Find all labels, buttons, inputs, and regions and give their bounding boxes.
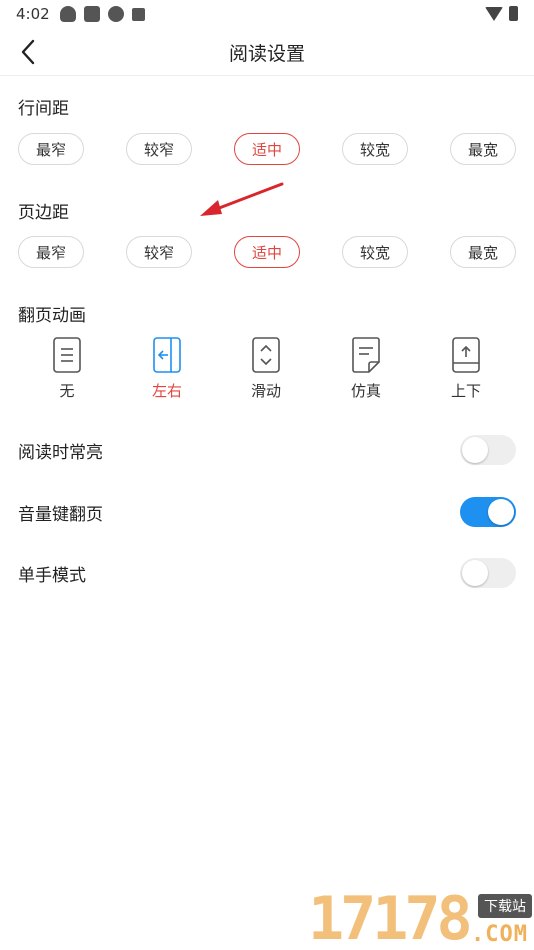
page-curl-icon [352,337,380,373]
line-spacing-title: 行间距 [18,99,69,119]
page-margin-option[interactable]: 较宽 [342,236,408,268]
square-icon [84,6,100,22]
anim-option-left-right[interactable]: 左右 [137,336,197,406]
page-left-right-icon [153,337,181,373]
one-hand-mode-toggle[interactable] [460,558,516,588]
toggle-knob [462,437,488,463]
page-margin-option[interactable]: 最宽 [450,236,516,268]
anim-label: 无 [59,382,75,400]
toggle-knob [462,560,488,586]
anim-option-none[interactable]: 无 [37,336,97,406]
page-margin-option[interactable]: 最窄 [18,236,84,268]
battery-icon [509,6,518,21]
anim-label: 上下 [450,382,481,400]
page-slide-icon [252,337,280,373]
header: 阅读设置 [0,30,534,76]
page-margin-option-selected[interactable]: 适中 [234,236,300,268]
line-spacing-option[interactable]: 最宽 [450,133,516,165]
page-up-down-icon [452,337,480,373]
anim-option-simulate[interactable]: 仿真 [336,336,396,406]
page-margin-title: 页边距 [18,203,69,223]
volume-key-page-label: 音量键翻页 [18,504,103,525]
keep-screen-on-label: 阅读时常亮 [18,442,103,463]
line-spacing-option[interactable]: 较宽 [342,133,408,165]
one-hand-mode-row: 单手模式 [18,557,516,589]
sync-icon [108,6,124,22]
page-animation-options: 无 左右 滑动 仿真 上下 [18,336,516,406]
toggle-knob [488,499,514,525]
anim-label: 左右 [151,382,182,400]
status-icons-right [485,6,518,21]
status-time: 4:02 [16,5,50,23]
keep-screen-on-toggle[interactable] [460,435,516,465]
page-margin-option[interactable]: 较窄 [126,236,192,268]
watermark-logo: 17178 下载站 .COM [308,880,534,950]
anim-option-slide[interactable]: 滑动 [236,336,296,406]
watermark-number: 17178 [308,884,473,950]
line-spacing-option[interactable]: 最窄 [18,133,84,165]
wifi-icon [485,6,503,21]
status-icons-left [60,6,145,22]
anim-label: 滑动 [250,382,281,400]
volume-key-page-toggle[interactable] [460,497,516,527]
status-bar: 4:02 [0,0,534,30]
volume-key-page-row: 音量键翻页 [18,496,516,528]
page-title: 阅读设置 [228,43,305,65]
page-none-icon [53,337,81,373]
a-icon [132,7,145,21]
anim-label: 仿真 [350,382,381,400]
keep-screen-on-row: 阅读时常亮 [18,434,516,466]
line-spacing-options: 最窄 较窄 适中 较宽 最宽 [18,133,516,165]
watermark-domain: .COM [471,922,528,947]
line-spacing-option[interactable]: 较窄 [126,133,192,165]
line-spacing-option-selected[interactable]: 适中 [234,133,300,165]
page-animation-title: 翻页动画 [18,306,86,326]
page-margin-options: 最窄 较窄 适中 较宽 最宽 [18,236,516,268]
annotation-arrow-icon [200,182,284,216]
qq-icon [60,6,76,22]
one-hand-mode-label: 单手模式 [18,565,86,586]
watermark-tag: 下载站 [478,894,532,918]
anim-option-up-down[interactable]: 上下 [436,336,496,406]
